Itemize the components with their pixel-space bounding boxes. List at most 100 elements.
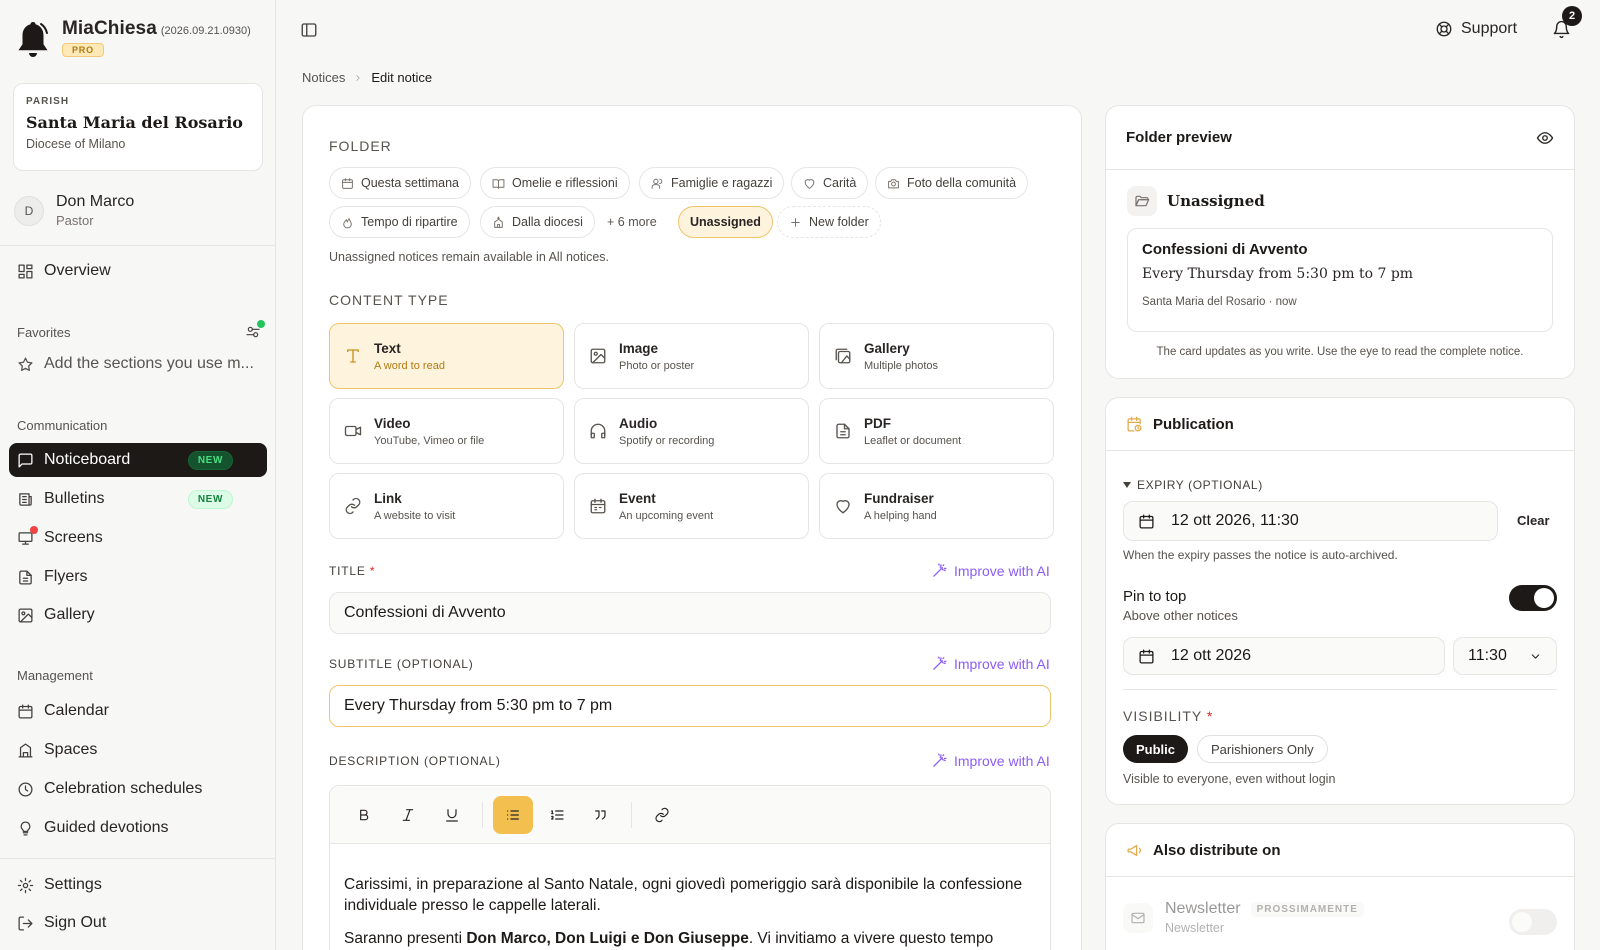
favorites-settings-button[interactable] [245,320,265,340]
folder-chip-unassigned[interactable]: Unassigned [678,206,773,238]
folder-chip-label: Foto della comunità [907,176,1017,190]
users-icon [651,178,663,189]
content-type-gallery[interactable]: Gallery Multiple photos [819,323,1054,389]
sidebar-item-label: Sign Out [44,914,107,931]
divider [1123,689,1557,690]
improve-title-ai-button[interactable]: Improve with AI [931,562,1050,579]
folder-chip[interactable]: Famiglie e ragazzi [639,167,785,199]
sidebar-item-overview[interactable]: Overview [9,254,267,288]
visibility-parishioners[interactable]: Parishioners Only [1197,735,1328,763]
improve-description-ai-button[interactable]: Improve with AI [931,752,1050,769]
preview-folder: Unassigned [1127,186,1265,216]
sidebar-item-celebration-schedules[interactable]: Celebration schedules [9,772,267,806]
content-type-pdf[interactable]: PDF Leaflet or document [819,398,1054,464]
topbar [276,0,1600,60]
folder-chip[interactable]: Carità [791,167,869,199]
italic-button[interactable] [388,796,428,834]
favorites-add[interactable]: Add the sections you use m... [17,355,257,373]
calendar-icon [590,498,606,514]
screens-icon-wrap [17,525,38,547]
management-title: Management [17,668,93,683]
breadcrumb-parent[interactable]: Notices [302,70,345,85]
numbered-list-button[interactable] [537,796,577,834]
folder-chip[interactable]: Omelie e riflessioni [480,167,630,199]
more-folders-button[interactable]: + 6 more [596,206,668,238]
content-type-text[interactable]: Text A word to read [329,323,564,389]
expiry-toggle[interactable]: EXPIRY (OPTIONAL) [1123,478,1263,492]
improve-ai-label: Improve with AI [954,752,1050,769]
notifications-button[interactable]: 2 [1552,6,1582,39]
content-type-audio[interactable]: Audio Spotify or recording [574,398,809,464]
content-type-title: Video [374,415,411,431]
user-profile[interactable]: D Don Marco Pastor [14,193,134,228]
pin-time-select[interactable]: 11:30 [1453,637,1557,675]
parish-card[interactable]: PARISH Santa Maria del Rosario Diocese o… [13,83,263,171]
flame-icon [343,217,352,228]
distribute-header: Also distribute on [1106,824,1574,877]
sidebar-item-flyers[interactable]: Flyers [9,560,267,594]
expiry-input[interactable]: 12 ott 2026, 11:30 [1123,501,1498,541]
underline-button[interactable] [432,796,472,834]
folder-preview-header: Folder preview [1106,106,1574,170]
sidebar-item-label: Guided devotions [44,819,169,836]
toggle-sidebar-button[interactable] [300,21,318,39]
sidebar-item-gallery[interactable]: Gallery [9,598,267,632]
sidebar-item-bulletins[interactable]: Bulletins NEW [9,482,267,516]
description-paragraph: Saranno presenti Don Marco, Don Luigi e … [344,928,1036,949]
parish-kicker: PARISH [26,96,70,107]
content-type-event[interactable]: Event An upcoming event [574,473,809,539]
document-icon [836,423,850,439]
improve-subtitle-ai-button[interactable]: Improve with AI [931,655,1050,672]
numbered-list-icon [551,809,564,820]
clear-expiry-button[interactable]: Clear [1517,513,1550,528]
preview-notice-card[interactable]: Confessioni di Avvento Every Thursday fr… [1127,228,1553,332]
star-icon [18,356,33,371]
folder-chip[interactable]: Dalla diocesi [480,206,595,238]
content-type-video[interactable]: Video YouTube, Vimeo or file [329,398,564,464]
folder-chip[interactable]: Tempo di ripartire [329,206,470,238]
content-type-fundraiser[interactable]: Fundraiser A helping hand [819,473,1054,539]
sidebar-item-noticeboard[interactable]: Noticeboard NEW [9,443,267,477]
pin-date-input[interactable]: 12 ott 2026 [1123,637,1445,675]
panel-title: Folder preview [1126,129,1232,146]
content-type-title: Text [374,340,401,356]
sidebar-item-calendar[interactable]: Calendar [9,694,267,728]
link-button[interactable] [642,796,682,834]
pin-time-value: 11:30 [1468,647,1507,664]
newsletter-toggle[interactable] [1509,909,1557,935]
content-type-link[interactable]: Link A website to visit [329,473,564,539]
bullet-list-button[interactable] [493,795,533,834]
app-version: (2026.09.21.0930) [160,25,251,37]
quote-button[interactable] [581,796,621,834]
title-input[interactable]: Confessioni di Avvento [329,592,1051,634]
content-type-sub: Spotify or recording [619,434,715,447]
user-name: Don Marco [56,193,135,210]
status-dot [257,320,265,328]
bold-button[interactable] [344,796,384,834]
folder-chip-label: Famiglie e ragazzi [671,176,773,190]
subtitle-input[interactable]: Every Thursday from 5:30 pm to 7 pm [329,685,1051,727]
description-editor[interactable]: Carissimi, in preparazione al Santo Nata… [329,785,1051,950]
folder-chip-label: Dalla diocesi [512,215,583,229]
folder-chip[interactable]: Questa settimana [329,167,471,199]
new-folder-button[interactable]: New folder [777,206,881,238]
visibility-public[interactable]: Public [1123,735,1189,763]
sidebar-item-settings[interactable]: Settings [9,868,267,902]
content-type-title: Link [374,490,402,506]
editor-content[interactable]: Carissimi, in preparazione al Santo Nata… [330,844,1050,949]
support-button[interactable]: Support [1435,20,1517,38]
sidebar-item-guided-devotions[interactable]: Guided devotions [9,811,267,845]
magic-wand-icon [933,656,947,670]
sidebar-item-spaces[interactable]: Spaces [9,733,267,767]
visibility-label-text: VISIBILITY [1123,708,1202,724]
content-type-image[interactable]: Image Photo or poster [574,323,809,389]
pin-toggle[interactable] [1509,585,1557,611]
eye-button[interactable] [1536,129,1554,147]
toggle-knob [1512,912,1532,932]
toolbar-separator [482,801,483,828]
sidebar-item-sign-out[interactable]: Sign Out [9,906,267,940]
sidebar-item-screens[interactable]: Screens [9,521,267,555]
folder-chip[interactable]: Foto della comunità [875,167,1029,199]
visibility-help: Visible to everyone, even without login [1123,772,1336,786]
text-run: . Vi invitiamo a vivere questo tempo [748,930,994,947]
